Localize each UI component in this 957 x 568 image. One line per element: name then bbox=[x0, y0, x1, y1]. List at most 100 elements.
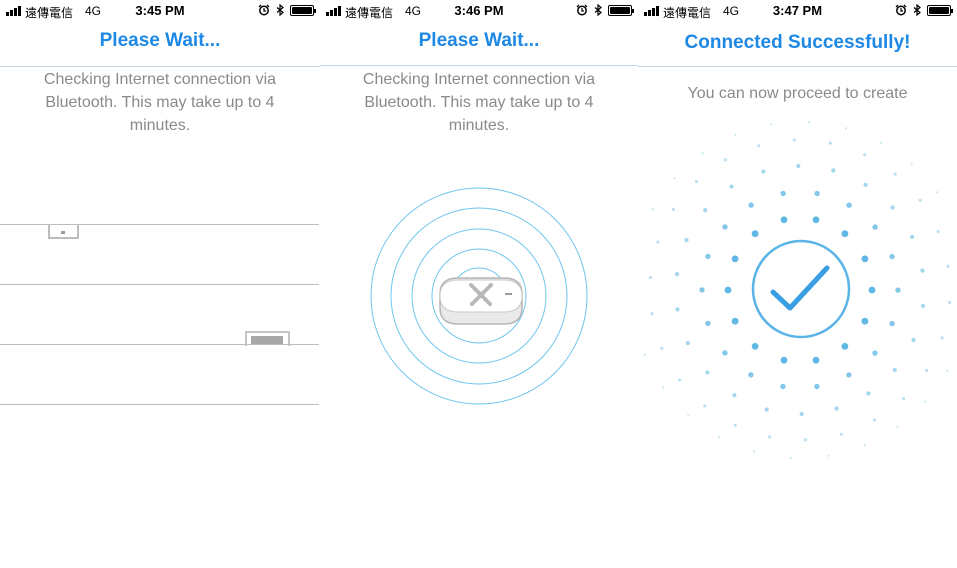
decor-dot bbox=[722, 224, 728, 230]
alarm-icon bbox=[895, 4, 907, 16]
decor-dot bbox=[734, 133, 737, 137]
router-icon bbox=[439, 277, 523, 325]
decor-dot bbox=[827, 454, 830, 457]
decor-dot bbox=[804, 438, 808, 442]
decor-dot bbox=[910, 234, 915, 239]
decor-dot bbox=[648, 275, 653, 280]
decor-dot bbox=[731, 255, 739, 263]
alarm-icon bbox=[258, 4, 270, 16]
decor-dot bbox=[873, 418, 877, 422]
decor-dot bbox=[834, 406, 839, 411]
battery-icon bbox=[927, 4, 953, 16]
decor-dot bbox=[757, 144, 761, 148]
decor-dot bbox=[846, 202, 852, 208]
decor-dot bbox=[863, 153, 867, 157]
decor-dot bbox=[902, 396, 906, 401]
decor-dot bbox=[846, 372, 852, 378]
decor-dot bbox=[701, 152, 704, 155]
screen-connected: 遠傳電信 4G 3:47 PM Connected Successfully! … bbox=[638, 0, 957, 568]
decor-dot bbox=[780, 356, 788, 364]
decor-dot bbox=[940, 336, 944, 340]
decor-dot bbox=[947, 300, 952, 305]
decor-dot bbox=[879, 141, 883, 144]
decor-dot bbox=[671, 207, 675, 212]
decor-dot bbox=[732, 393, 737, 398]
decor-dot bbox=[643, 353, 647, 356]
decor-dot bbox=[812, 356, 820, 364]
decor-dot bbox=[889, 320, 895, 327]
decor-dot bbox=[872, 350, 878, 356]
decor-dot bbox=[723, 158, 727, 162]
decor-dot bbox=[844, 127, 848, 130]
page-title: Connected Successfully! bbox=[684, 32, 911, 53]
decor-dot bbox=[935, 191, 938, 194]
decor-dot bbox=[792, 138, 796, 142]
decor-dot bbox=[703, 208, 708, 213]
decor-dot bbox=[705, 253, 711, 260]
decor-dot bbox=[807, 121, 811, 124]
decor-dot bbox=[780, 383, 786, 390]
decor-dot bbox=[651, 207, 654, 211]
decor-dot bbox=[748, 202, 754, 208]
decor-dot bbox=[731, 317, 739, 325]
decor-dot bbox=[717, 436, 721, 439]
decor-dot bbox=[893, 172, 897, 176]
decor-dot bbox=[703, 404, 707, 408]
decor-dot bbox=[910, 163, 913, 166]
checkmark-icon bbox=[751, 239, 851, 339]
decor-dot bbox=[925, 368, 929, 373]
decor-dot bbox=[861, 317, 869, 325]
scan-line bbox=[0, 284, 319, 285]
decor-dot bbox=[687, 414, 690, 417]
decor-dot bbox=[751, 230, 759, 238]
decor-dot bbox=[780, 190, 786, 197]
scan-line bbox=[0, 404, 319, 405]
bluetooth-icon bbox=[913, 4, 921, 16]
decor-dot bbox=[684, 238, 689, 243]
decor-dot bbox=[673, 177, 676, 180]
battery-icon bbox=[290, 4, 316, 16]
decor-dot bbox=[662, 386, 665, 389]
decor-dot bbox=[770, 123, 773, 126]
decor-dot bbox=[924, 400, 927, 403]
decor-dot bbox=[863, 182, 868, 187]
decor-dot bbox=[841, 342, 849, 350]
device-fragment-icon bbox=[48, 224, 79, 239]
decor-dot bbox=[812, 216, 820, 224]
decor-dot bbox=[752, 450, 756, 453]
header-divider bbox=[638, 66, 957, 67]
decor-dot bbox=[685, 341, 690, 346]
decor-dot bbox=[920, 303, 926, 308]
header-divider bbox=[320, 65, 638, 66]
decor-dot bbox=[868, 286, 876, 294]
decor-dot bbox=[733, 423, 737, 427]
decor-dot bbox=[866, 391, 871, 396]
screen-checking-1: 遠傳電信 4G 3:45 PM Please Wait... Checking … bbox=[0, 0, 320, 568]
page-title: Please Wait... bbox=[99, 30, 221, 51]
decor-dot bbox=[796, 163, 801, 169]
decor-dot bbox=[839, 432, 843, 436]
status-bar: 遠傳電信 4G 3:47 PM bbox=[638, 0, 957, 22]
decor-dot bbox=[780, 216, 788, 224]
decor-dot bbox=[678, 378, 682, 382]
decor-dot bbox=[863, 443, 866, 447]
bluetooth-icon bbox=[276, 4, 284, 16]
header-divider bbox=[0, 66, 320, 67]
decor-dot bbox=[946, 264, 950, 268]
bluetooth-icon bbox=[594, 4, 602, 16]
status-bar: 遠傳電信 4G 3:46 PM bbox=[320, 0, 638, 22]
status-message: Checking Internet connection via Bluetoo… bbox=[362, 71, 596, 134]
decor-dot bbox=[895, 287, 901, 293]
decor-dot bbox=[946, 369, 949, 373]
status-message: You can now proceed to create bbox=[687, 85, 908, 102]
decor-dot bbox=[814, 383, 820, 390]
device-fragment-icon bbox=[245, 331, 290, 346]
decor-dot bbox=[896, 425, 899, 428]
decor-dot bbox=[751, 342, 759, 350]
battery-icon bbox=[608, 4, 634, 16]
decor-dot bbox=[729, 184, 734, 189]
decor-dot bbox=[814, 190, 820, 197]
decor-dot bbox=[699, 287, 705, 293]
decor-dot bbox=[768, 435, 772, 439]
decor-dot bbox=[705, 370, 710, 375]
